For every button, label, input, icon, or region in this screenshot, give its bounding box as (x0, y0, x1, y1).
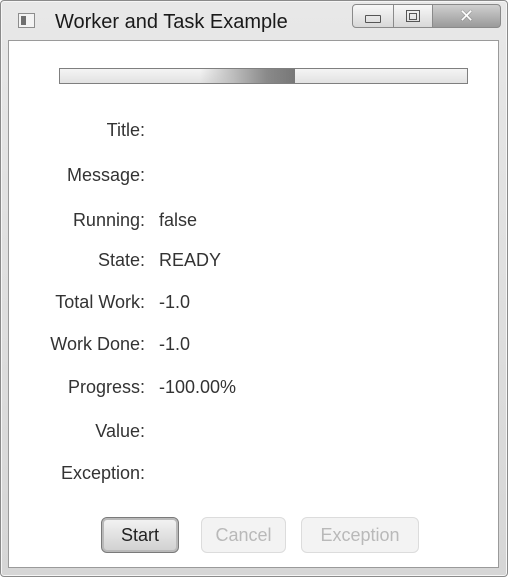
content-pane: Title: Message: Running: false State: RE… (8, 40, 499, 568)
close-icon: ✕ (458, 5, 475, 27)
total-work-label: Total Work: (55, 292, 145, 312)
progress-value: -100.00% (159, 377, 237, 397)
caption-buttons: ✕ (352, 4, 501, 32)
minimize-icon (365, 15, 381, 23)
work-done-label: Work Done: (50, 334, 145, 354)
running-value: false (159, 210, 198, 230)
state-value: READY (159, 250, 222, 270)
exception-button[interactable]: Exception (301, 517, 419, 553)
app-icon[interactable] (18, 13, 35, 28)
cancel-button[interactable]: Cancel (201, 517, 286, 553)
maximize-icon (406, 10, 420, 22)
close-button[interactable]: ✕ (432, 4, 501, 28)
message-label: Message: (66, 165, 145, 185)
minimize-button[interactable] (352, 4, 394, 28)
title-label: Title: (106, 120, 145, 140)
app-window: Worker and Task Example ✕ Title: Message… (0, 0, 508, 577)
total-work-value: -1.0 (159, 292, 191, 312)
state-label: State: (97, 250, 145, 270)
start-button[interactable]: Start (101, 517, 179, 553)
exception-label: Exception: (60, 463, 145, 483)
progress-indeterminate-glow (200, 69, 295, 83)
window-title: Worker and Task Example (55, 11, 288, 33)
title-bar[interactable]: Worker and Task Example ✕ (1, 1, 507, 41)
maximize-button[interactable] (393, 4, 433, 28)
running-label: Running: (72, 210, 145, 230)
progress-label: Progress: (67, 377, 145, 397)
value-label: Value: (95, 421, 145, 441)
work-done-value: -1.0 (159, 334, 191, 354)
progress-bar (59, 68, 468, 84)
